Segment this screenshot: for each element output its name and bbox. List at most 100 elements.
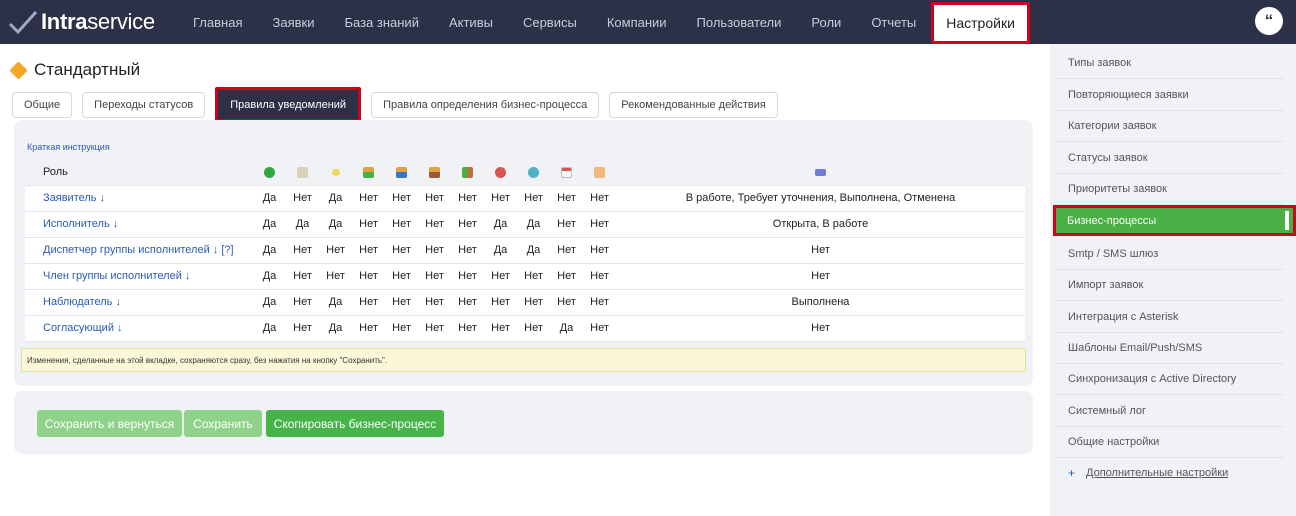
rule-cell[interactable]: Да	[253, 263, 286, 290]
rule-cell[interactable]: Да	[253, 315, 286, 342]
rule-cell[interactable]: Да	[319, 289, 352, 316]
role-link[interactable]: Член группы исполнителей ↓	[25, 263, 253, 290]
rule-cell[interactable]: Нет	[286, 315, 319, 342]
tab-recommended-actions[interactable]: Рекомендованные действия	[609, 91, 778, 118]
nav-item-knowledge-base[interactable]: База знаний	[329, 0, 434, 44]
rule-cell[interactable]: Да	[253, 185, 286, 212]
rule-cell[interactable]: Нет	[451, 315, 484, 342]
nav-item-services[interactable]: Сервисы	[508, 0, 592, 44]
rule-cell[interactable]: Нет	[385, 237, 418, 264]
nav-item-reports[interactable]: Отчеты	[856, 0, 931, 44]
role-link[interactable]: Диспетчер группы исполнителей ↓ [?]	[25, 237, 253, 264]
rule-cell[interactable]: Да	[550, 315, 583, 342]
rule-cell[interactable]: Нет	[385, 263, 418, 290]
rule-cell[interactable]: Да	[319, 185, 352, 212]
role-link[interactable]: Заявитель ↓	[25, 185, 253, 212]
nav-item-settings[interactable]: Настройки	[931, 1, 1030, 44]
nav-item-companies[interactable]: Компании	[592, 0, 682, 44]
rule-cell[interactable]: Нет	[484, 315, 517, 342]
rule-cell[interactable]: Нет	[583, 237, 616, 264]
nav-item-users[interactable]: Пользователи	[682, 0, 797, 44]
rule-cell[interactable]: Нет	[583, 315, 616, 342]
rule-cell[interactable]: Нет	[418, 185, 451, 212]
rule-cell[interactable]: Нет	[517, 289, 550, 316]
rule-cell[interactable]: Нет	[451, 237, 484, 264]
sidebar-more-settings[interactable]: + Дополнительные настройки	[1068, 466, 1228, 480]
sidebar-item-recurring-tasks[interactable]: Повторяющиеся заявки	[1054, 80, 1284, 111]
rule-cell[interactable]: Нет	[418, 211, 451, 238]
rule-cell[interactable]: Нет	[484, 289, 517, 316]
status-cell[interactable]: Выполнена	[616, 289, 1025, 316]
status-cell[interactable]: Нет	[616, 263, 1025, 290]
sidebar-item-smtp-sms[interactable]: Smtp / SMS шлюз	[1054, 239, 1284, 270]
rule-cell[interactable]: Нет	[352, 289, 385, 316]
rule-cell[interactable]: Нет	[451, 211, 484, 238]
rule-cell[interactable]: Да	[484, 211, 517, 238]
rule-cell[interactable]: Нет	[451, 289, 484, 316]
rule-cell[interactable]: Да	[517, 211, 550, 238]
rule-cell[interactable]: Нет	[418, 263, 451, 290]
role-link[interactable]: Наблюдатель ↓	[25, 289, 253, 316]
rule-cell[interactable]: Нет	[385, 289, 418, 316]
rule-cell[interactable]: Нет	[319, 237, 352, 264]
rule-cell[interactable]: Нет	[550, 263, 583, 290]
sidebar-item-task-statuses[interactable]: Статусы заявок	[1054, 143, 1284, 174]
nav-item-assets[interactable]: Активы	[434, 0, 508, 44]
rule-cell[interactable]: Нет	[517, 185, 550, 212]
rule-cell[interactable]: Нет	[451, 185, 484, 212]
sidebar-item-templates[interactable]: Шаблоны Email/Push/SMS	[1054, 333, 1284, 364]
status-cell[interactable]: Нет	[616, 237, 1025, 264]
nav-item-roles[interactable]: Роли	[796, 0, 856, 44]
rule-cell[interactable]: Нет	[583, 263, 616, 290]
sidebar-item-business-processes[interactable]: Бизнес-процессы	[1053, 205, 1296, 236]
logo[interactable]: Intraservice	[8, 0, 178, 44]
rule-cell[interactable]: Да	[319, 211, 352, 238]
tab-process-rules[interactable]: Правила определения бизнес-процесса	[371, 91, 600, 118]
sidebar-item-task-categories[interactable]: Категории заявок	[1054, 111, 1284, 142]
status-cell[interactable]: Нет	[616, 315, 1025, 342]
rule-cell[interactable]: Нет	[451, 263, 484, 290]
rule-cell[interactable]: Нет	[484, 185, 517, 212]
rule-cell[interactable]: Нет	[286, 185, 319, 212]
sidebar-item-task-priorities[interactable]: Приоритеты заявок	[1054, 174, 1284, 205]
rule-cell[interactable]: Да	[253, 211, 286, 238]
tab-general[interactable]: Общие	[12, 91, 73, 118]
role-link[interactable]: Согласующий ↓	[25, 315, 253, 342]
save-button[interactable]: Сохранить	[184, 410, 262, 437]
rule-cell[interactable]: Нет	[286, 263, 319, 290]
nav-item-home[interactable]: Главная	[178, 0, 257, 44]
rule-cell[interactable]: Нет	[484, 263, 517, 290]
rule-cell[interactable]: Нет	[352, 185, 385, 212]
rule-cell[interactable]: Нет	[517, 315, 550, 342]
rule-cell[interactable]: Нет	[550, 237, 583, 264]
tab-status-transitions[interactable]: Переходы статусов	[82, 91, 206, 118]
tab-notification-rules[interactable]: Правила уведомлений	[215, 87, 362, 122]
rule-cell[interactable]: Нет	[550, 185, 583, 212]
rule-cell[interactable]: Нет	[550, 211, 583, 238]
sidebar-item-system-log[interactable]: Системный лог	[1054, 396, 1284, 427]
rule-cell[interactable]: Нет	[352, 263, 385, 290]
copy-process-button[interactable]: Скопировать бизнес-процесс	[266, 410, 444, 437]
rule-cell[interactable]: Нет	[517, 263, 550, 290]
rule-cell[interactable]: Нет	[385, 211, 418, 238]
instruction-link[interactable]: Краткая инструкция	[27, 142, 110, 152]
sidebar-item-active-directory[interactable]: Синхронизация с Active Directory	[1054, 364, 1284, 395]
sidebar-item-task-types[interactable]: Типы заявок	[1054, 48, 1284, 79]
rule-cell[interactable]: Нет	[286, 289, 319, 316]
rule-cell[interactable]: Нет	[319, 263, 352, 290]
rule-cell[interactable]: Нет	[583, 289, 616, 316]
status-cell[interactable]: В работе, Требует уточнения, Выполнена, …	[616, 185, 1025, 212]
rule-cell[interactable]: Нет	[583, 185, 616, 212]
rule-cell[interactable]: Нет	[385, 185, 418, 212]
rule-cell[interactable]: Да	[286, 211, 319, 238]
sidebar-item-general-settings[interactable]: Общие настройки	[1054, 427, 1284, 458]
rule-cell[interactable]: Нет	[418, 315, 451, 342]
rule-cell[interactable]: Да	[253, 237, 286, 264]
rule-cell[interactable]: Нет	[352, 237, 385, 264]
nav-item-tasks[interactable]: Заявки	[257, 0, 329, 44]
rule-cell[interactable]: Да	[517, 237, 550, 264]
sidebar-item-asterisk[interactable]: Интеграция с Asterisk	[1054, 302, 1284, 333]
save-and-return-button[interactable]: Сохранить и вернуться	[37, 410, 182, 437]
rule-cell[interactable]: Да	[484, 237, 517, 264]
status-cell[interactable]: Открыта, В работе	[616, 211, 1025, 238]
